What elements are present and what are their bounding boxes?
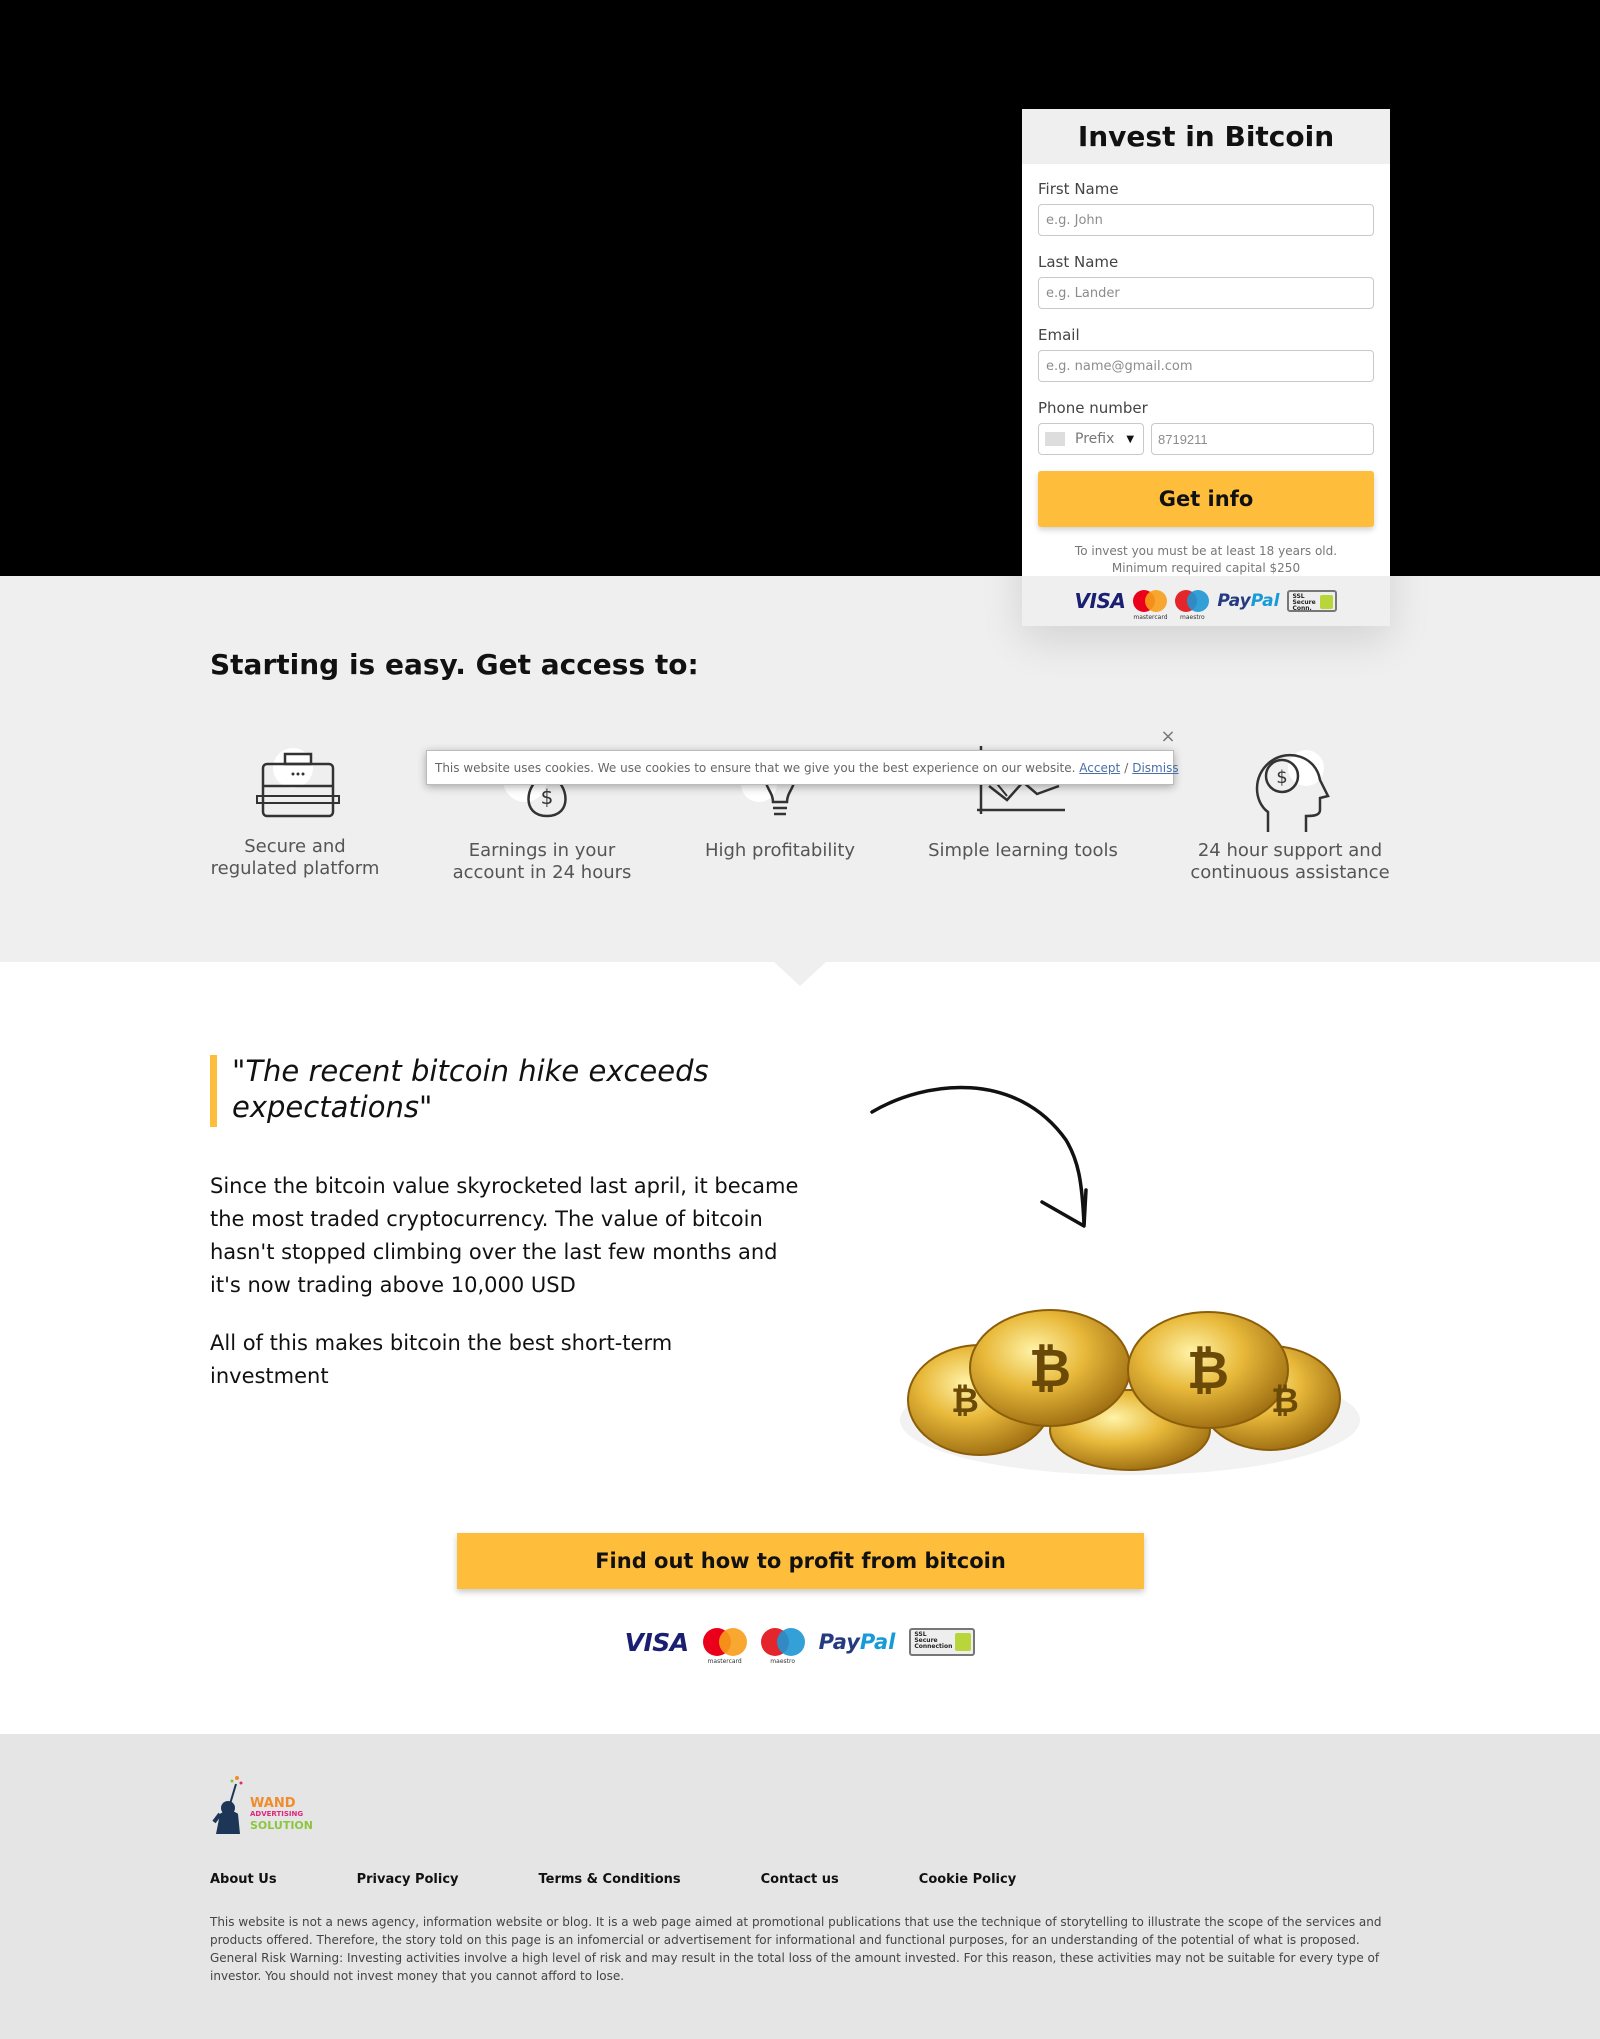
briefcase-icon — [256, 748, 340, 818]
form-disclaimer: To invest you must be at least 18 years … — [1038, 543, 1374, 577]
feature-label: Simple learning tools — [928, 840, 1118, 861]
quote-accent-bar — [210, 1055, 217, 1127]
flag-icon — [1045, 432, 1065, 446]
feature-label: Earnings in your account in 24 hours — [452, 840, 632, 883]
feature-support: $ 24 hour support and continuous assistan… — [1180, 746, 1400, 883]
pull-quote: "The recent bitcoin hike exceeds expecta… — [232, 1054, 709, 1124]
footer-disclaimer: This website is not a news agency, infor… — [210, 1915, 1382, 1983]
maestro-logo: maestro — [760, 1628, 805, 1665]
payment-logos: VISA mastercard maestro PayPal SSL Secure… — [0, 1622, 1600, 1665]
footer-links: About Us Privacy Policy Terms & Conditio… — [210, 1872, 1016, 1887]
phone-label: Phone number — [1038, 399, 1148, 417]
phone-prefix-select[interactable]: Prefix ▼ — [1038, 423, 1144, 455]
svg-text:$: $ — [541, 785, 554, 809]
paypal-logo: PayPal — [1217, 591, 1280, 611]
feature-label: High profitability — [704, 840, 856, 861]
email-label: Email — [1038, 326, 1080, 344]
mastercard-logo: mastercard — [1133, 590, 1168, 621]
ssl-badge: SSL Secure Conn. — [1287, 590, 1338, 612]
footer-link-about[interactable]: About Us — [210, 1872, 277, 1887]
maestro-logo: maestro — [1175, 590, 1210, 621]
bitcoin-coins-image: ₿ ₿ ₿ ₿ — [900, 1309, 1360, 1475]
get-info-button[interactable]: Get info — [1038, 471, 1374, 527]
svg-text:₿: ₿ — [1187, 1341, 1229, 1401]
cookie-accept-link[interactable]: Accept — [1079, 761, 1120, 775]
ssl-badge: SSL Secure Connection — [909, 1628, 976, 1656]
cookie-banner: This website uses cookies. We use cookie… — [426, 750, 1179, 785]
form-title: Invest in Bitcoin — [1077, 120, 1335, 153]
cookie-text: This website uses cookies. We use cookie… — [435, 760, 1076, 775]
svg-text:₿: ₿ — [1029, 1339, 1071, 1399]
close-icon[interactable]: × — [1160, 728, 1176, 746]
cookie-separator: / — [1124, 760, 1129, 775]
last-name-label: Last Name — [1038, 253, 1119, 271]
visa-logo: VISA — [1074, 589, 1126, 613]
article-paragraph-1: Since the bitcoin value skyrocketed last… — [210, 1174, 799, 1297]
footer-link-cookie[interactable]: Cookie Policy — [919, 1872, 1016, 1887]
caret-down-icon: ▼ — [1126, 433, 1135, 445]
phone-input[interactable] — [1151, 423, 1374, 455]
paypal-logo: PayPal — [818, 1630, 896, 1654]
prefix-label: Prefix — [1075, 431, 1115, 447]
form-header: Invest in Bitcoin — [1022, 109, 1390, 164]
feature-secure-platform: Secure and regulated platform — [200, 746, 390, 879]
svg-text:$: $ — [1276, 767, 1287, 788]
features-title: Starting is easy. Get access to: — [210, 648, 699, 681]
disclaimer-age: To invest you must be at least 18 years … — [1074, 544, 1338, 558]
mastercard-logo: mastercard — [702, 1628, 747, 1665]
footer: WAND ADVERTISING SOLUTION About Us Priva… — [0, 1734, 1600, 2039]
first-name-label: First Name — [1038, 180, 1119, 198]
first-name-input[interactable] — [1038, 204, 1374, 236]
footer-link-terms[interactable]: Terms & Conditions — [539, 1872, 681, 1887]
visa-logo: VISA — [624, 1627, 690, 1657]
article-paragraph-2: All of this makes bitcoin the best short… — [210, 1331, 673, 1388]
logo-text: WAND ADVERTISING SOLUTION — [250, 1796, 313, 1832]
last-name-input[interactable] — [1038, 277, 1374, 309]
footer-link-privacy[interactable]: Privacy Policy — [357, 1872, 459, 1887]
footer-link-contact[interactable]: Contact us — [761, 1872, 839, 1887]
signup-form-card: Invest in Bitcoin First Name Last Name E… — [1022, 109, 1390, 626]
svg-text:₿: ₿ — [1271, 1381, 1299, 1421]
cookie-dismiss-link[interactable]: Dismiss — [1132, 761, 1178, 775]
feature-label: 24 hour support and continuous assistance — [1190, 840, 1390, 883]
svg-text:₿: ₿ — [951, 1381, 979, 1421]
head-dollar-icon: $ — [1255, 750, 1330, 832]
wizard-icon — [212, 1776, 243, 1834]
profit-cta-button[interactable]: Find out how to profit from bitcoin — [457, 1533, 1144, 1589]
wand-logo[interactable]: WAND ADVERTISING SOLUTION — [210, 1774, 313, 1836]
section-pointer — [774, 962, 826, 986]
form-payment-logos: VISA mastercard maestro PayPal SSL Secure… — [1022, 576, 1390, 626]
disclaimer-capital: Minimum required capital $250 — [1111, 561, 1301, 575]
email-input[interactable] — [1038, 350, 1374, 382]
curved-arrow-icon — [870, 1085, 1088, 1228]
feature-label: Secure and regulated platform — [210, 836, 380, 879]
